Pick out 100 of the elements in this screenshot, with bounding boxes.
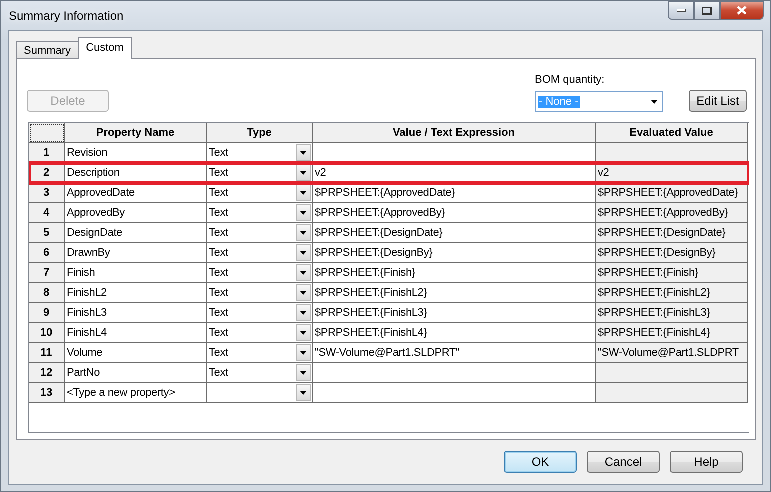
tab[interactable]: Summary (16, 41, 80, 59)
type-dropdown[interactable]: Text (207, 163, 313, 183)
type-dropdown[interactable]: Text (207, 303, 313, 323)
table-cell[interactable]: Volume (65, 343, 207, 363)
dialog-button[interactable]: Cancel (587, 451, 660, 473)
table-cell: $PRPSHEET:{ApprovedDate} (596, 183, 748, 203)
dropdown-button[interactable] (296, 144, 311, 161)
window-title: Summary Information (9, 8, 124, 22)
dropdown-button[interactable] (296, 264, 311, 281)
row-number: 13 (29, 383, 65, 403)
dropdown-button[interactable] (296, 244, 311, 261)
dropdown-button[interactable] (296, 344, 311, 361)
table-cell[interactable]: ApprovedDate (65, 183, 207, 203)
type-dropdown[interactable]: Text (207, 363, 313, 383)
type-dropdown[interactable] (207, 383, 313, 403)
dropdown-button[interactable] (296, 164, 311, 181)
table-cell[interactable]: $PRPSHEET:{ApprovedBy} (313, 203, 596, 223)
table-cell: "SW-Volume@Part1.SLDPRT (596, 343, 748, 363)
dropdown-arrow-icon (300, 350, 307, 354)
row-number: 2 (29, 163, 65, 183)
close-icon (737, 6, 747, 15)
dropdown-button[interactable] (296, 324, 311, 341)
type-dropdown[interactable]: Text (207, 183, 313, 203)
dropdown-arrow-icon (300, 370, 307, 374)
type-dropdown[interactable]: Text (207, 243, 313, 263)
dropdown-button[interactable] (296, 184, 311, 201)
dropdown-button[interactable] (296, 204, 311, 221)
row-number: 8 (29, 283, 65, 303)
dropdown-arrow-icon (300, 390, 307, 394)
row-number: 4 (29, 203, 65, 223)
table-cell[interactable]: $PRPSHEET:{FinishL2} (313, 283, 596, 303)
table-cell[interactable]: $PRPSHEET:{Finish} (313, 263, 596, 283)
table-cell: $PRPSHEET:{DesignDate} (596, 223, 748, 243)
maximize-button[interactable] (694, 1, 720, 20)
maximize-icon (702, 6, 712, 14)
dropdown-arrow-icon (300, 210, 307, 214)
dropdown-arrow-icon (651, 100, 658, 104)
dropdown-button[interactable] (296, 384, 311, 401)
table-cell[interactable] (313, 383, 596, 403)
column-header[interactable]: Property Name (65, 123, 207, 143)
close-button[interactable] (720, 1, 764, 20)
dropdown-arrow-icon (300, 290, 307, 294)
table-cell[interactable]: PartNo (65, 363, 207, 383)
table-cell[interactable]: FinishL3 (65, 303, 207, 323)
table-cell[interactable]: $PRPSHEET:{FinishL3} (313, 303, 596, 323)
dropdown-arrow-icon (300, 190, 307, 194)
column-header[interactable]: Evaluated Value (596, 123, 748, 143)
dropdown-button[interactable] (296, 304, 311, 321)
dropdown-button[interactable] (296, 364, 311, 381)
row-number: 1 (29, 143, 65, 163)
dialog-button[interactable]: OK (504, 451, 577, 473)
column-header[interactable]: Type (207, 123, 313, 143)
table-cell[interactable]: ApprovedBy (65, 203, 207, 223)
row-number: 12 (29, 363, 65, 383)
type-dropdown[interactable]: Text (207, 263, 313, 283)
table-cell: $PRPSHEET:{Finish} (596, 263, 748, 283)
row-number: 3 (29, 183, 65, 203)
type-dropdown[interactable]: Text (207, 223, 313, 243)
table-cell[interactable]: Description (65, 163, 207, 183)
bom-quantity-label: BOM quantity: (535, 74, 606, 86)
table-cell[interactable]: Finish (65, 263, 207, 283)
table-cell[interactable]: $PRPSHEET:{DesignDate} (313, 223, 596, 243)
type-dropdown[interactable]: Text (207, 203, 313, 223)
dropdown-button[interactable] (296, 284, 311, 301)
table-cell: $PRPSHEET:{ApprovedBy} (596, 203, 748, 223)
table-cell[interactable]: DesignDate (65, 223, 207, 243)
row-number: 11 (29, 343, 65, 363)
table-cell[interactable]: Revision (65, 143, 207, 163)
table-cell[interactable]: $PRPSHEET:{DesignBy} (313, 243, 596, 263)
minimize-icon (676, 9, 686, 12)
dropdown-arrow-icon (300, 250, 307, 254)
type-dropdown[interactable]: Text (207, 283, 313, 303)
table-cell[interactable]: $PRPSHEET:{ApprovedDate} (313, 183, 596, 203)
column-header[interactable]: Value / Text Expression (313, 123, 596, 143)
table-cell: $PRPSHEET:{FinishL2} (596, 283, 748, 303)
dropdown-arrow-icon (300, 310, 307, 314)
table-cell[interactable]: <Type a new property> (65, 383, 207, 403)
type-dropdown[interactable]: Text (207, 343, 313, 363)
type-dropdown[interactable]: Text (207, 323, 313, 343)
table-cell[interactable]: FinishL2 (65, 283, 207, 303)
table-cell[interactable]: FinishL4 (65, 323, 207, 343)
table-cell: v2 (596, 163, 748, 183)
table-cell[interactable]: $PRPSHEET:{FinishL4} (313, 323, 596, 343)
dropdown-arrow-icon (300, 270, 307, 274)
row-number: 5 (29, 223, 65, 243)
table-cell[interactable]: DrawnBy (65, 243, 207, 263)
tab[interactable]: Custom (78, 37, 132, 59)
type-dropdown[interactable]: Text (207, 143, 313, 163)
table-cell[interactable]: v2 (313, 163, 596, 183)
table-cell[interactable] (313, 363, 596, 383)
table-cell: $PRPSHEET:{DesignBy} (596, 243, 748, 263)
dropdown-button[interactable] (296, 224, 311, 241)
edit-list-button[interactable]: Edit List (689, 90, 747, 112)
dialog-button[interactable]: Help (670, 451, 743, 473)
table-cell: $PRPSHEET:{FinishL3} (596, 303, 748, 323)
table-cell[interactable]: "SW-Volume@Part1.SLDPRT" (313, 343, 596, 363)
dropdown-arrow-icon (300, 170, 307, 174)
row-number: 10 (29, 323, 65, 343)
minimize-button[interactable] (668, 1, 694, 20)
dropdown-arrow-icon (300, 150, 307, 154)
